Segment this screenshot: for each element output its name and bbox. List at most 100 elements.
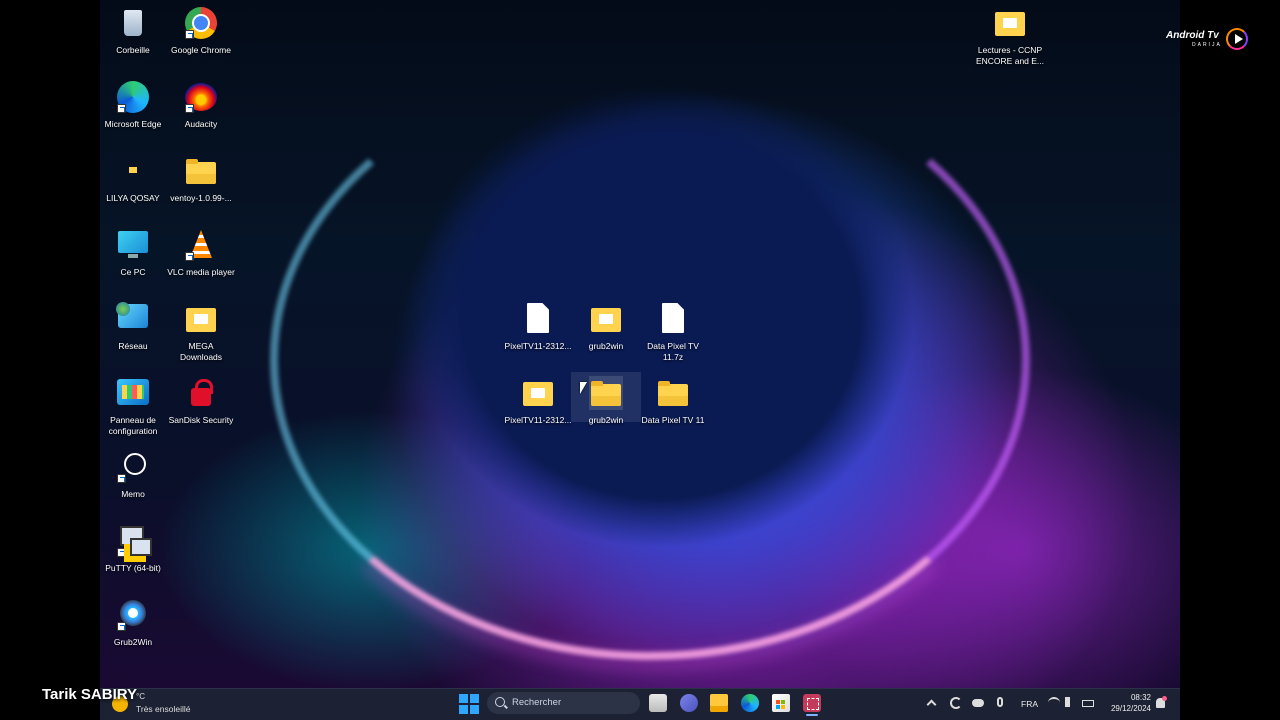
icon-label: Memo: [121, 489, 145, 499]
icon-label: Corbeille: [116, 45, 150, 55]
desktop-icon-grub2win-folder-1[interactable]: grub2win: [571, 302, 641, 352]
chrome-icon: [184, 6, 218, 40]
icon-label: PuTTY (64-bit): [105, 563, 161, 573]
icon-label: MEGA Downloads: [179, 341, 223, 362]
folder-icon: [184, 302, 218, 336]
desktop-icon-grub2win-folder-2[interactable]: grub2win: [571, 372, 641, 425]
presenter-name-overlay: Tarik SABIRY: [42, 686, 138, 703]
shortcut-arrow-icon: [117, 474, 126, 483]
desktop-icon-recycle-bin[interactable]: Corbeille: [98, 6, 168, 56]
desktop-icon-sandisk-security[interactable]: SanDisk Security: [166, 376, 236, 426]
letterbox-right: [1180, 0, 1280, 720]
desktop-icon-google-chrome[interactable]: Google Chrome: [166, 6, 236, 56]
start-button-windows-icon[interactable]: [459, 694, 479, 714]
weather-desc: Très ensoleillé: [136, 704, 191, 714]
folder-icon: [184, 154, 218, 188]
watermark-brand: Android Tv: [1166, 30, 1219, 41]
desktop-icon-ventoy[interactable]: ventoy-1.0.99-...: [166, 154, 236, 204]
teams-icon[interactable]: [680, 694, 698, 712]
letterbox-left: [0, 0, 100, 720]
clock-date: 29/12/2024: [1110, 704, 1151, 713]
icon-label: Google Chrome: [170, 45, 231, 55]
desktop-icon-vlc[interactable]: VLC media player: [166, 228, 236, 278]
shortcut-arrow-icon: [117, 104, 126, 113]
desktop-icon-lilya-qosay[interactable]: LILYA QOSAY: [98, 154, 168, 204]
microsoft-store-icon[interactable]: [772, 694, 790, 712]
shortcut-arrow-icon: [117, 622, 126, 631]
icon-label: Panneau de configuration: [108, 415, 158, 436]
icon-label: Ce PC: [120, 267, 146, 277]
sync-icon[interactable]: [950, 697, 962, 709]
desktop-icon-lectures-ccnp[interactable]: Lectures - CCNP ENCORE and E...: [975, 6, 1045, 66]
taskbar-search[interactable]: Rechercher: [487, 692, 640, 714]
shortcut-arrow-icon: [117, 548, 126, 557]
folder-icon: [993, 6, 1027, 40]
volume-icon[interactable]: [1065, 697, 1075, 707]
shortcut-arrow-icon: [185, 104, 194, 113]
icon-label: grub2win: [588, 415, 624, 425]
icon-label: LILYA QOSAY: [106, 193, 160, 203]
edge-taskbar-icon[interactable]: [741, 694, 759, 712]
notification-badge: [1162, 696, 1167, 701]
microphone-icon[interactable]: [997, 697, 1003, 707]
mouse-cursor-icon: [580, 382, 587, 394]
file-icon: [521, 302, 555, 336]
channel-watermark: Android Tv DARIJA: [1166, 26, 1248, 52]
language-indicator[interactable]: FRA: [1021, 699, 1038, 711]
folder-icon: [589, 376, 623, 410]
battery-icon[interactable]: [1082, 700, 1094, 707]
snipping-tool-icon[interactable]: [803, 694, 821, 712]
computer-icon: [116, 228, 150, 262]
lock-icon: [184, 376, 218, 410]
putty-icon: [116, 524, 152, 558]
clock-time: 08:32: [1130, 693, 1151, 702]
icon-label: Microsoft Edge: [104, 119, 162, 129]
play-logo-icon: [1226, 28, 1248, 50]
icon-label: PixelTV11-2312...: [504, 341, 572, 351]
search-icon: [495, 697, 505, 707]
desktop-icon-data-pixel-tv-7z[interactable]: Data Pixel TV 11.7z: [638, 302, 708, 362]
memo-icon: [116, 450, 150, 484]
desktop-icon-pixeltv-file[interactable]: PixelTV11-2312...: [503, 302, 573, 352]
taskbar-clock[interactable]: 08:32 29/12/2024: [1101, 692, 1151, 714]
vlc-icon: [184, 228, 218, 262]
desktop-icon-pixeltv-folder[interactable]: PixelTV11-2312...: [503, 376, 573, 426]
folder-icon: [521, 376, 555, 410]
file-icon: [656, 302, 690, 336]
desktop-icon-ce-pc[interactable]: Ce PC: [98, 228, 168, 278]
audacity-icon: [184, 80, 218, 114]
watermark-sub: DARIJA: [1192, 42, 1222, 48]
file-explorer-icon[interactable]: [710, 694, 728, 712]
network-icon: [116, 302, 150, 336]
edge-icon: [116, 80, 150, 114]
icon-label: SanDisk Security: [168, 415, 234, 425]
shortcut-arrow-icon: [185, 30, 194, 39]
desktop-icon-memo[interactable]: Memo: [98, 450, 168, 500]
weather-temp: °C: [136, 692, 145, 701]
icon-label: Lectures - CCNP ENCORE and E...: [975, 45, 1045, 66]
icon-label: Data Pixel TV 11.7z: [647, 341, 699, 362]
desktop-icon-audacity[interactable]: Audacity: [166, 80, 236, 130]
cloud-icon[interactable]: [972, 699, 984, 707]
icon-label: grub2win: [588, 341, 624, 351]
icon-label: PixelTV11-2312...: [504, 415, 572, 425]
desktop-icon-reseau[interactable]: Réseau: [98, 302, 168, 352]
icon-label: Grub2Win: [113, 637, 153, 647]
desktop-icon-mega-downloads[interactable]: MEGA Downloads: [166, 302, 236, 362]
desktop-icon-data-pixel-tv-folder[interactable]: Data Pixel TV 11: [638, 376, 708, 426]
desktop-icon-microsoft-edge[interactable]: Microsoft Edge: [98, 80, 168, 130]
folder-icon: [589, 302, 623, 336]
icon-label: ventoy-1.0.99-...: [170, 193, 232, 203]
task-view-icon[interactable]: [649, 694, 667, 712]
control-panel-icon: [116, 376, 150, 410]
recycle-bin-icon: [116, 6, 150, 40]
desktop-icon-control-panel[interactable]: Panneau de configuration: [98, 376, 168, 436]
icon-label: Réseau: [118, 341, 148, 351]
folder-icon: [656, 376, 690, 410]
wifi-icon[interactable]: [1048, 697, 1060, 709]
desktop-icon-grub2win[interactable]: Grub2Win: [98, 598, 168, 648]
icon-label: Data Pixel TV 11: [641, 415, 705, 425]
desktop-icon-putty[interactable]: PuTTY (64-bit): [98, 524, 168, 574]
folder-icon: [116, 154, 150, 188]
active-app-indicator: [806, 714, 818, 716]
